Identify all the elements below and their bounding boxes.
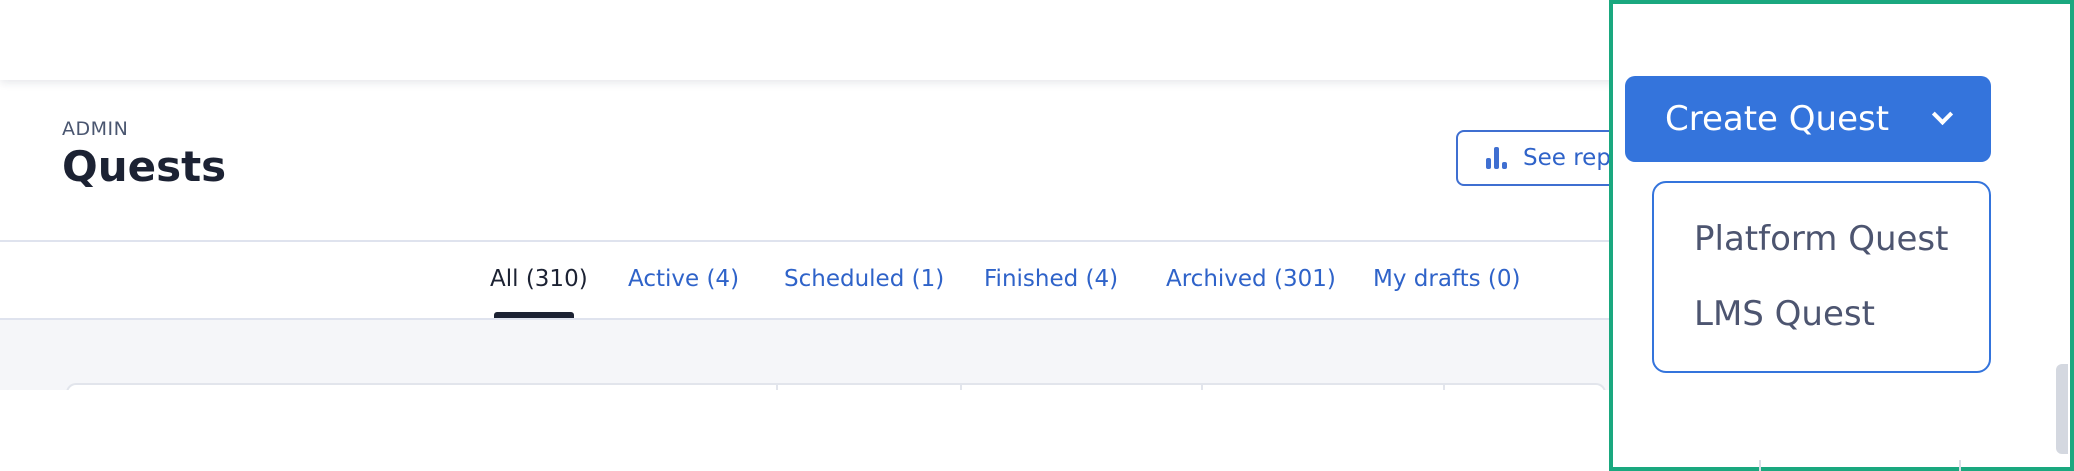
bar-chart-icon xyxy=(1486,147,1507,169)
active-tab-indicator xyxy=(494,312,574,318)
create-quest-label: Create Quest xyxy=(1665,99,1890,139)
tab-all[interactable]: All (310) xyxy=(490,266,588,292)
tab-scheduled[interactable]: Scheduled (1) xyxy=(784,266,944,292)
create-quest-dropdown-menu: Platform Quest LMS Quest xyxy=(1652,181,1991,373)
scrollbar-thumb[interactable] xyxy=(2056,364,2068,454)
menu-item-platform-quest[interactable]: Platform Quest xyxy=(1694,219,1948,259)
menu-item-lms-quest[interactable]: LMS Quest xyxy=(1694,294,1875,334)
create-quest-button[interactable]: Create Quest xyxy=(1625,76,1991,162)
tab-finished[interactable]: Finished (4) xyxy=(984,266,1118,292)
table-column-divider xyxy=(1959,460,1961,471)
tab-archived[interactable]: Archived (301) xyxy=(1166,266,1336,292)
tab-my-drafts[interactable]: My drafts (0) xyxy=(1373,266,1521,292)
page-overline: ADMIN xyxy=(62,118,129,140)
chevron-down-icon xyxy=(1931,103,1954,125)
tab-active[interactable]: Active (4) xyxy=(628,266,739,292)
page-title: Quests xyxy=(62,142,227,191)
table-column-divider xyxy=(1759,460,1761,471)
